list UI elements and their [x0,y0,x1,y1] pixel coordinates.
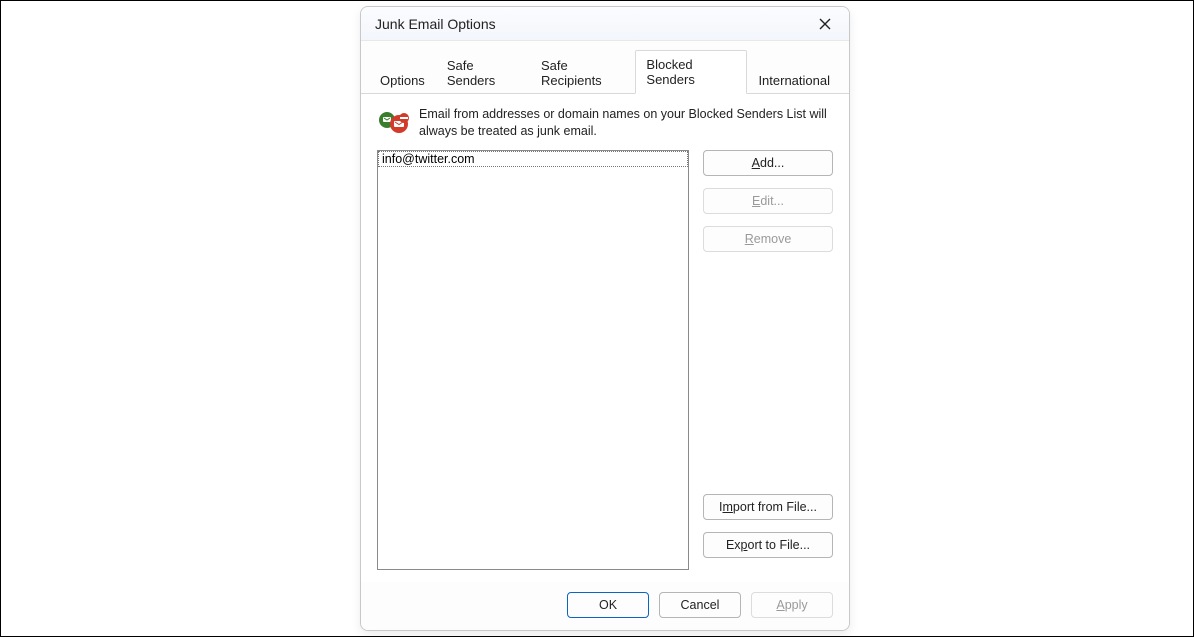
body-split: info@twitter.com Add... Edit... Remove I… [377,150,833,570]
tab-bar: Options Safe Senders Safe Recipients Blo… [361,41,849,94]
tab-blocked-senders[interactable]: Blocked Senders [635,50,747,94]
cancel-button[interactable]: Cancel [659,592,741,618]
tab-safe-senders[interactable]: Safe Senders [436,51,530,94]
tab-content-blocked-senders: Email from addresses or domain names on … [361,94,849,582]
blocked-senders-list[interactable]: info@twitter.com [377,150,689,570]
close-icon [819,18,831,30]
list-item[interactable]: info@twitter.com [378,151,688,167]
description-row: Email from addresses or domain names on … [377,106,833,140]
blocked-senders-icon [377,106,409,138]
import-from-file-button[interactable]: Import from File... [703,494,833,520]
export-to-file-button[interactable]: Export to File... [703,532,833,558]
dialog-footer: OK Cancel Apply [361,582,849,630]
titlebar: Junk Email Options [361,7,849,41]
ok-button[interactable]: OK [567,592,649,618]
edit-button: Edit... [703,188,833,214]
tab-safe-recipients[interactable]: Safe Recipients [530,51,635,94]
apply-button: Apply [751,592,833,618]
add-button[interactable]: Add... [703,150,833,176]
description-text: Email from addresses or domain names on … [419,106,833,140]
remove-button: Remove [703,226,833,252]
dialog-title: Junk Email Options [375,16,809,32]
tab-international[interactable]: International [747,66,841,94]
side-buttons: Add... Edit... Remove Import from File..… [703,150,833,570]
tab-options[interactable]: Options [369,66,436,94]
junk-email-options-dialog: Junk Email Options Options Safe Senders … [360,6,850,631]
close-button[interactable] [809,10,841,38]
